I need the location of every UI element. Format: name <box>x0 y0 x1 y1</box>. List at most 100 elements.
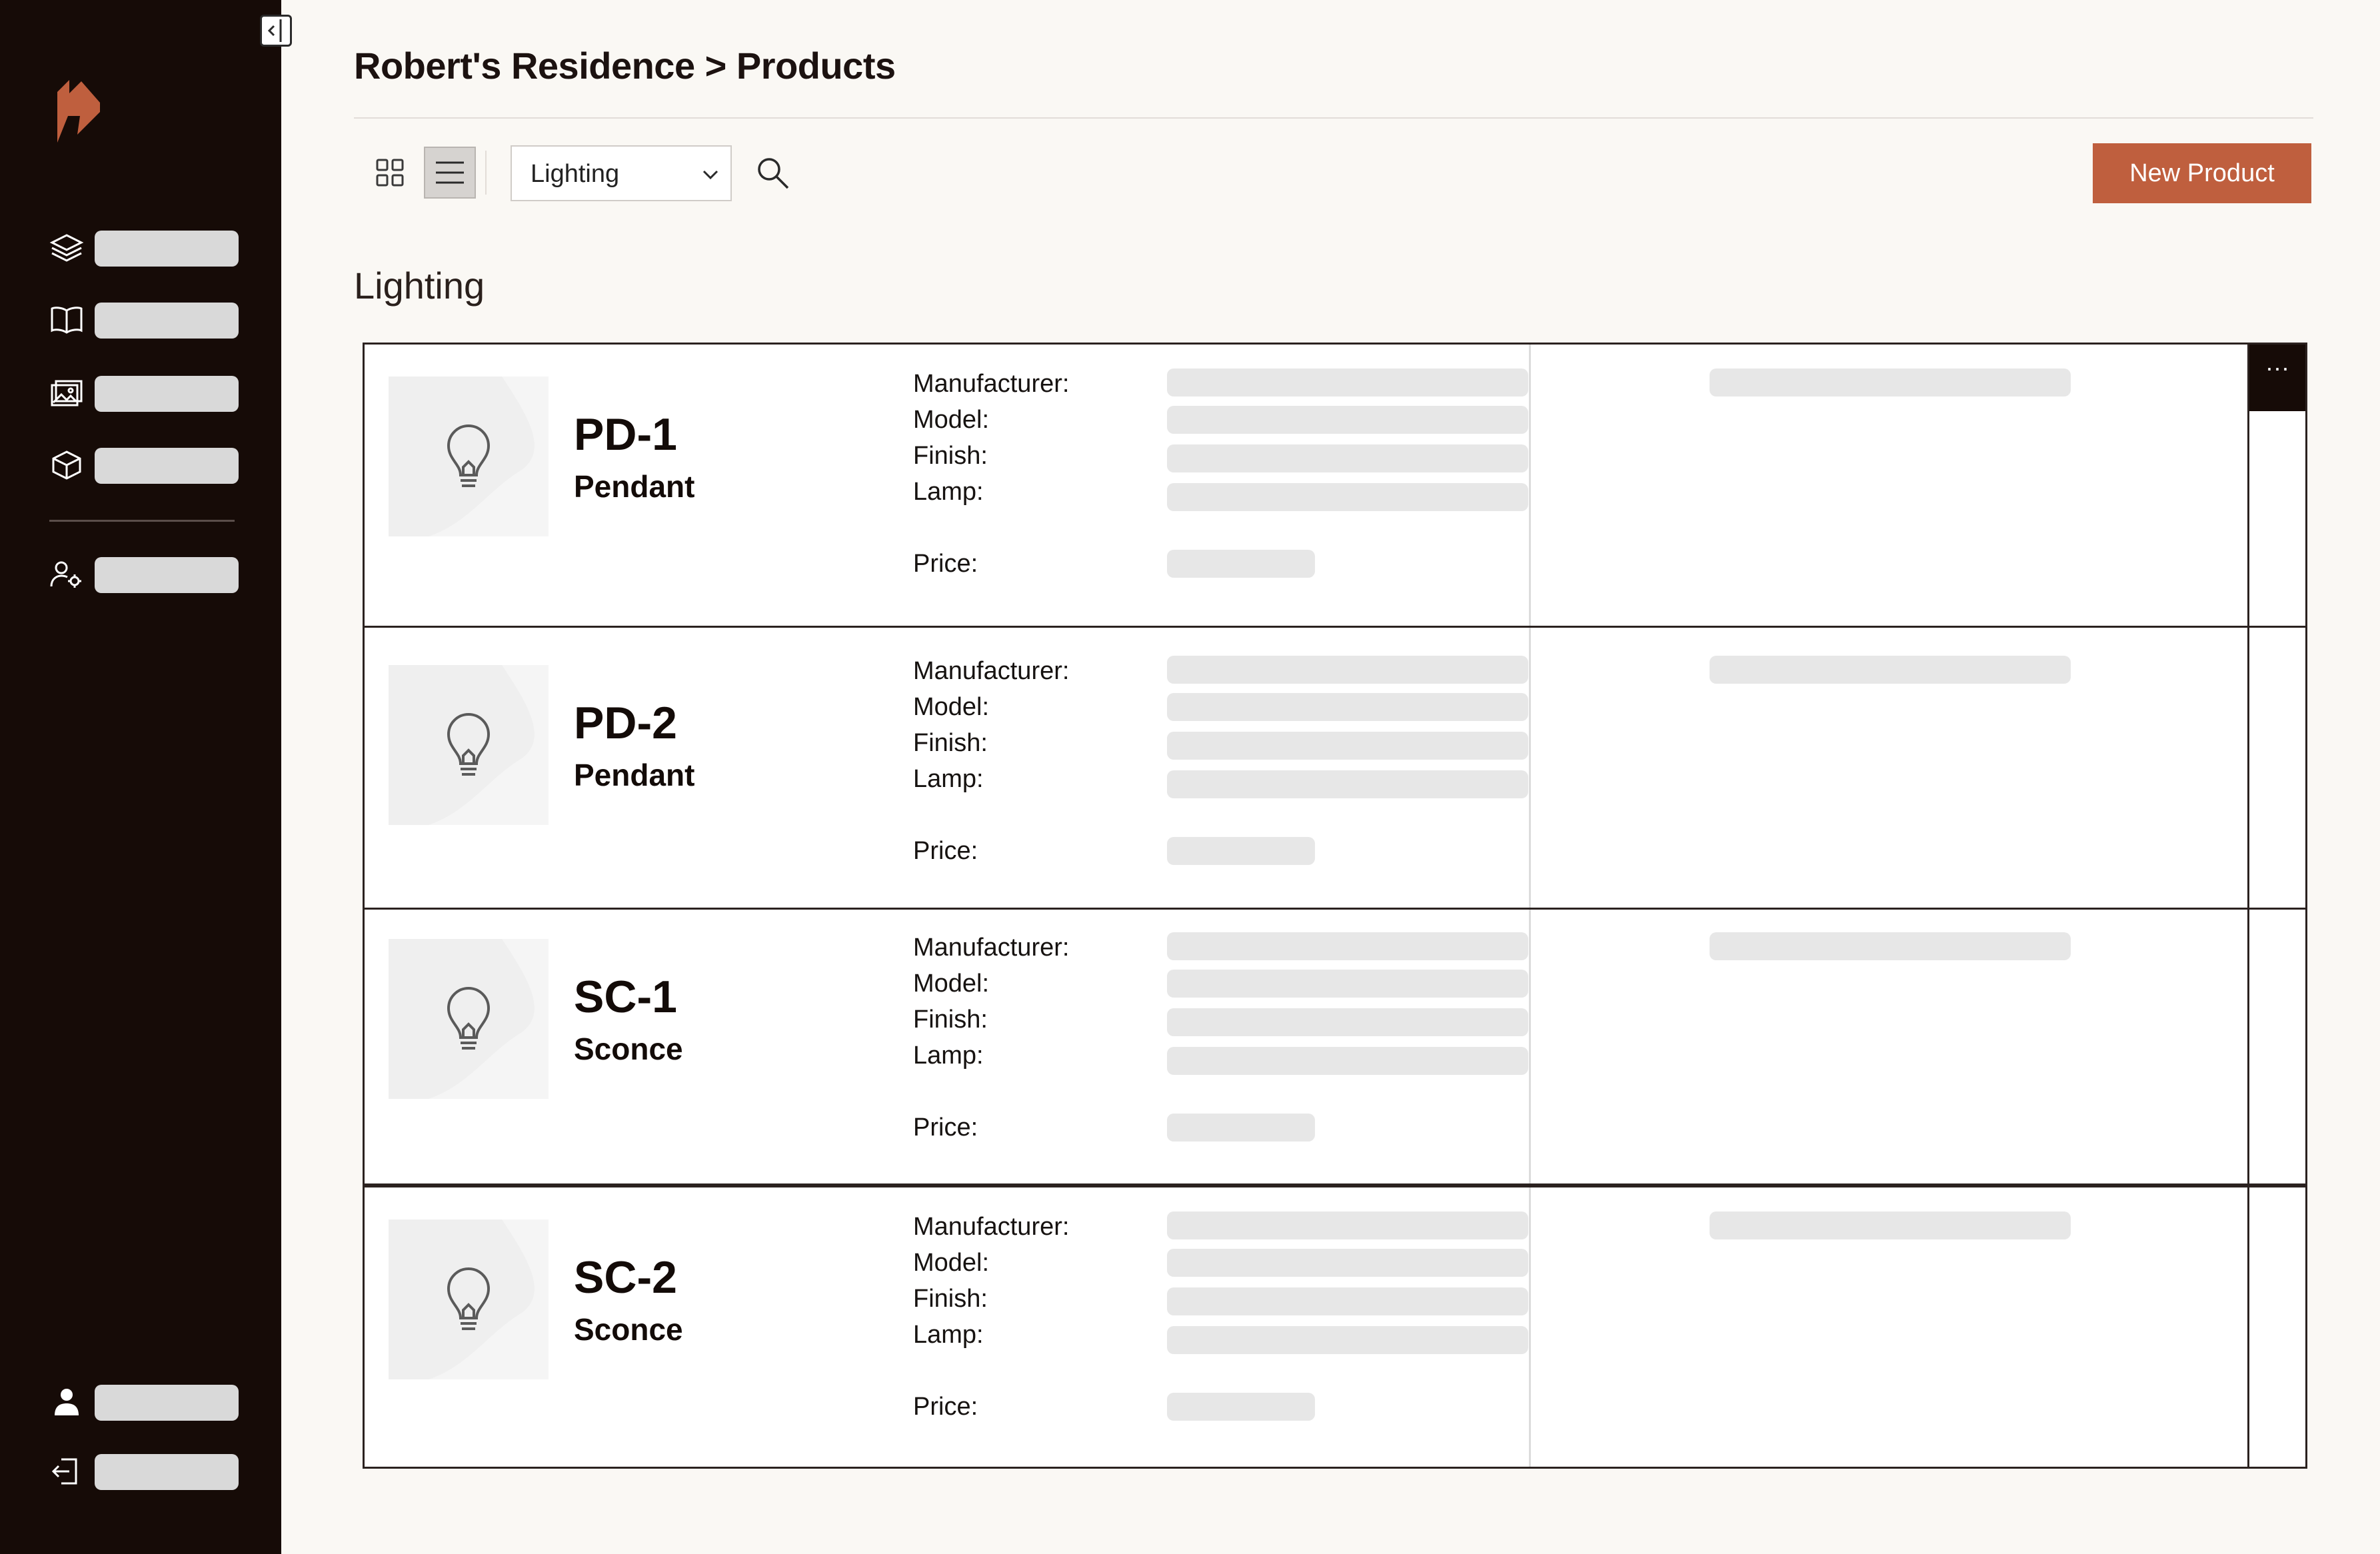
price-label: Price: <box>913 837 978 865</box>
lightbulb-icon <box>447 713 491 776</box>
product-code: PD-2 <box>574 698 677 748</box>
list-view-button[interactable] <box>424 147 476 199</box>
grid-view-button[interactable] <box>364 147 416 199</box>
toolbar-separator <box>485 151 487 195</box>
manufacturer-value-placeholder <box>1167 932 1528 960</box>
notes-placeholder <box>1710 932 2071 960</box>
lamp-value-placeholder <box>1167 1047 1528 1075</box>
model-value-placeholder <box>1167 1249 1528 1277</box>
sidebar-item-label-placeholder <box>95 231 239 267</box>
product-thumbnail <box>389 377 549 536</box>
product-type: Sconce <box>574 1312 683 1347</box>
logout-icon <box>47 1457 87 1486</box>
price-label: Price: <box>913 1393 978 1421</box>
sidebar-item-products[interactable] <box>47 446 240 484</box>
logo[interactable] <box>52 79 105 143</box>
sidebar <box>0 0 281 1554</box>
section-heading: Lighting <box>354 265 485 307</box>
sidebar-item-user-settings[interactable] <box>47 556 240 593</box>
lamp-value-placeholder <box>1167 483 1528 511</box>
product-type: Pendant <box>574 758 695 792</box>
lamp-label: Lamp: <box>913 1321 984 1349</box>
price-value-placeholder <box>1167 837 1315 865</box>
manufacturer-label: Manufacturer: <box>913 657 1070 685</box>
list-view-icon <box>436 161 464 184</box>
user-icon <box>47 1387 87 1417</box>
chevron-down-icon <box>697 161 724 191</box>
product-type: Sconce <box>574 1032 683 1066</box>
product-row[interactable]: SC-2 Sconce Manufacturer: Model: Finish:… <box>365 1187 2305 1467</box>
finish-label: Finish: <box>913 442 988 470</box>
product-code: SC-1 <box>574 972 677 1022</box>
sidebar-item-profile[interactable] <box>47 1383 240 1421</box>
search-icon <box>758 158 789 189</box>
product-thumbnail <box>389 1219 549 1379</box>
manufacturer-value-placeholder <box>1167 656 1528 684</box>
notes-placeholder <box>1710 656 2071 684</box>
price-value-placeholder <box>1167 1393 1315 1421</box>
search-button[interactable] <box>752 152 794 195</box>
price-label: Price: <box>913 550 978 578</box>
lightbulb-icon <box>447 424 491 487</box>
sidebar-divider <box>49 520 235 522</box>
sidebar-item-layers[interactable] <box>47 229 240 267</box>
grid-view-icon <box>376 159 404 187</box>
model-label: Model: <box>913 1249 990 1277</box>
sidebar-item-label-placeholder <box>95 376 239 412</box>
book-icon <box>47 305 87 335</box>
product-row[interactable]: PD-2 Pendant Manufacturer: Model: Finish… <box>365 628 2305 910</box>
sidebar-item-label-placeholder <box>95 1385 239 1421</box>
notes-placeholder <box>1710 1211 2071 1239</box>
manufacturer-value-placeholder <box>1167 369 1528 396</box>
manufacturer-label: Manufacturer: <box>913 1213 1070 1241</box>
sidebar-item-label-placeholder <box>95 557 239 593</box>
manufacturer-value-placeholder <box>1167 1211 1528 1239</box>
model-value-placeholder <box>1167 693 1528 721</box>
model-label: Model: <box>913 693 990 721</box>
product-row[interactable]: PD-1 Pendant Manufacturer: Model: Finish… <box>365 345 2305 628</box>
lightbulb-icon <box>447 987 491 1050</box>
new-product-button[interactable]: New Product <box>2093 143 2311 203</box>
sidebar-item-library[interactable] <box>47 301 240 339</box>
model-value-placeholder <box>1167 970 1528 998</box>
model-label: Model: <box>913 406 990 434</box>
lamp-label: Lamp: <box>913 1042 984 1070</box>
category-filter-select[interactable]: Lighting <box>511 145 732 201</box>
sidebar-item-logout[interactable] <box>47 1453 240 1490</box>
price-label: Price: <box>913 1114 978 1142</box>
sidebar-item-label-placeholder <box>95 448 239 484</box>
product-thumbnail <box>389 665 549 825</box>
finish-label: Finish: <box>913 1285 988 1313</box>
finish-value-placeholder <box>1167 1287 1528 1315</box>
manufacturer-label: Manufacturer: <box>913 370 1070 398</box>
box-icon <box>47 450 87 480</box>
manufacturer-label: Manufacturer: <box>913 934 1070 962</box>
product-code: SC-2 <box>574 1252 677 1303</box>
lamp-label: Lamp: <box>913 478 984 506</box>
lightbulb-icon <box>447 1267 491 1330</box>
product-row[interactable]: SC-1 Sconce Manufacturer: Model: Finish:… <box>365 910 2305 1187</box>
page-title: Robert's Residence > Products <box>354 45 896 87</box>
image-icon <box>47 379 87 408</box>
lamp-value-placeholder <box>1167 770 1528 798</box>
model-value-placeholder <box>1167 406 1528 434</box>
header-divider <box>354 117 2313 119</box>
product-thumbnail <box>389 939 549 1099</box>
product-code: PD-1 <box>574 409 677 460</box>
finish-label: Finish: <box>913 729 988 757</box>
sidebar-item-label-placeholder <box>95 303 239 339</box>
product-list: PD-1 Pendant Manufacturer: Model: Finish… <box>363 343 2307 1469</box>
price-value-placeholder <box>1167 1114 1315 1142</box>
lamp-label: Lamp: <box>913 765 984 793</box>
price-value-placeholder <box>1167 550 1315 578</box>
user-settings-icon <box>47 560 87 589</box>
sidebar-item-gallery[interactable] <box>47 375 240 412</box>
finish-value-placeholder <box>1167 444 1528 472</box>
collapse-sidebar-button[interactable] <box>260 15 292 47</box>
layers-icon <box>47 233 87 263</box>
finish-label: Finish: <box>913 1006 988 1034</box>
lamp-value-placeholder <box>1167 1326 1528 1354</box>
collapse-icon <box>267 19 282 42</box>
row-menu-button[interactable]: ··· <box>2249 345 2305 411</box>
sidebar-item-label-placeholder <box>95 1454 239 1490</box>
